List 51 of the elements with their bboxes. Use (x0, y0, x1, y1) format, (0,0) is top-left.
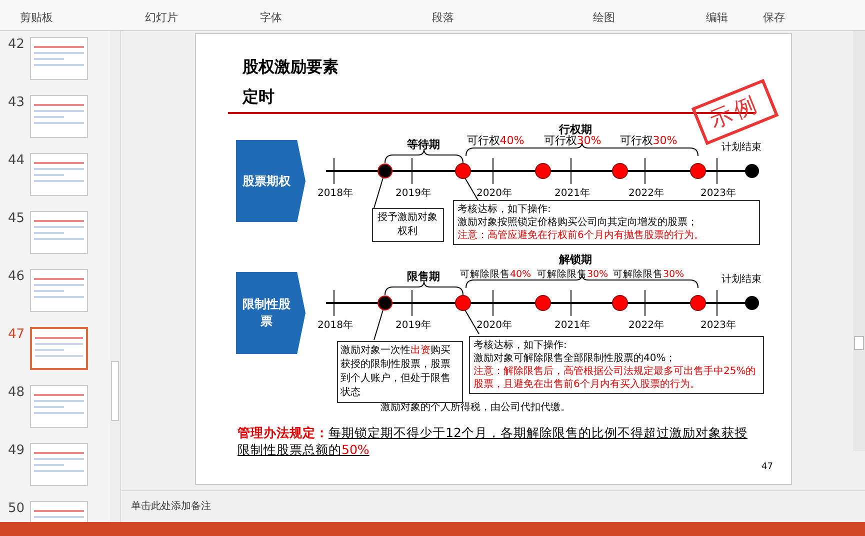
warning-text: 注意：解除限售后，高管根据公司法规定最多可出售手中25%的股票，且避免在出售前6个月内有买入股票的行为。 (474, 365, 757, 391)
slide-title: 定时 (242, 86, 274, 108)
slide-number: 45 (8, 211, 24, 228)
slide-number: 42 (8, 37, 24, 54)
slide-number: 50 (8, 501, 24, 518)
year-label: 2022年 (628, 187, 664, 200)
period-label: 限售期 (407, 269, 440, 284)
tranche-label: 可解除限售 30% (612, 268, 684, 281)
year-label: 2020年 (476, 319, 512, 332)
note-heading: 考核达标，如下操作: (458, 203, 552, 216)
year-label: 2018年 (318, 319, 353, 332)
tranche-label: 可行权30% (620, 133, 678, 148)
year-label: 2021年 (554, 319, 590, 332)
note-text: 激励对象按照锁定价格购买公司向其定向增发的股票； (458, 216, 698, 229)
slide-number: 48 (8, 385, 24, 402)
rule-statement: 管理办法规定：每期锁定期不得少于12个月，各期解除限售的比例不得超过激励对象获授限制性股票总额的50% (238, 424, 748, 458)
tranche-label: 可解除限售 30% (536, 268, 608, 281)
tranche-label: 可行权40% (466, 133, 524, 148)
slide-number: 43 (8, 95, 24, 112)
slide-title: 股权激励要素 (242, 56, 338, 78)
warning-text: 注意：高管应避免在行权前6个月内有抛售股票的行为。 (458, 229, 705, 242)
note-heading: 考核达标，如下操作: (474, 339, 568, 352)
period-label: 行权期 (559, 122, 592, 136)
grant-note: 授予激励对象权利 (372, 208, 444, 242)
ribbon-group-label: 剪贴板 (20, 10, 53, 25)
ribbon-group-label: 编辑 (706, 10, 728, 25)
slide-number: 46 (8, 269, 24, 286)
tranche-label: 可行权30% (544, 134, 602, 148)
grant-note: 激励对象一次性出资购买获授的限制性股票，股票到个人账户，但处于限售状态 (336, 341, 462, 403)
year-label: 2023年 (700, 187, 736, 200)
end-label: 计划结束 (722, 272, 762, 286)
page-number: 47 (762, 462, 773, 472)
ribbon-group-label: 幻灯片 (145, 10, 178, 25)
year-label: 2020年 (476, 187, 512, 200)
year-label: 2019年 (396, 319, 431, 332)
year-label: 2022年 (628, 319, 664, 332)
year-label: 2018年 (318, 187, 353, 200)
year-label: 2023年 (700, 319, 736, 332)
period-label: 等待期 (407, 137, 440, 152)
year-label: 2019年 (396, 187, 431, 200)
ribbon-group-label: 字体 (260, 10, 282, 25)
slide-number: 44 (8, 153, 24, 170)
ribbon-group-label: 绘图 (593, 10, 615, 25)
note-text: 激励对象可解除限售全部限制性股票的40%； (474, 352, 677, 365)
period-label: 解锁期 (559, 252, 592, 267)
ribbon-group-label: 保存 (763, 10, 785, 25)
tranche-label: 可解除限售 40% (460, 268, 532, 281)
slide-number: 49 (8, 443, 24, 460)
year-label: 2021年 (554, 187, 590, 200)
slide-number: 47 (8, 327, 24, 344)
ribbon-group-label: 段落 (432, 10, 454, 25)
